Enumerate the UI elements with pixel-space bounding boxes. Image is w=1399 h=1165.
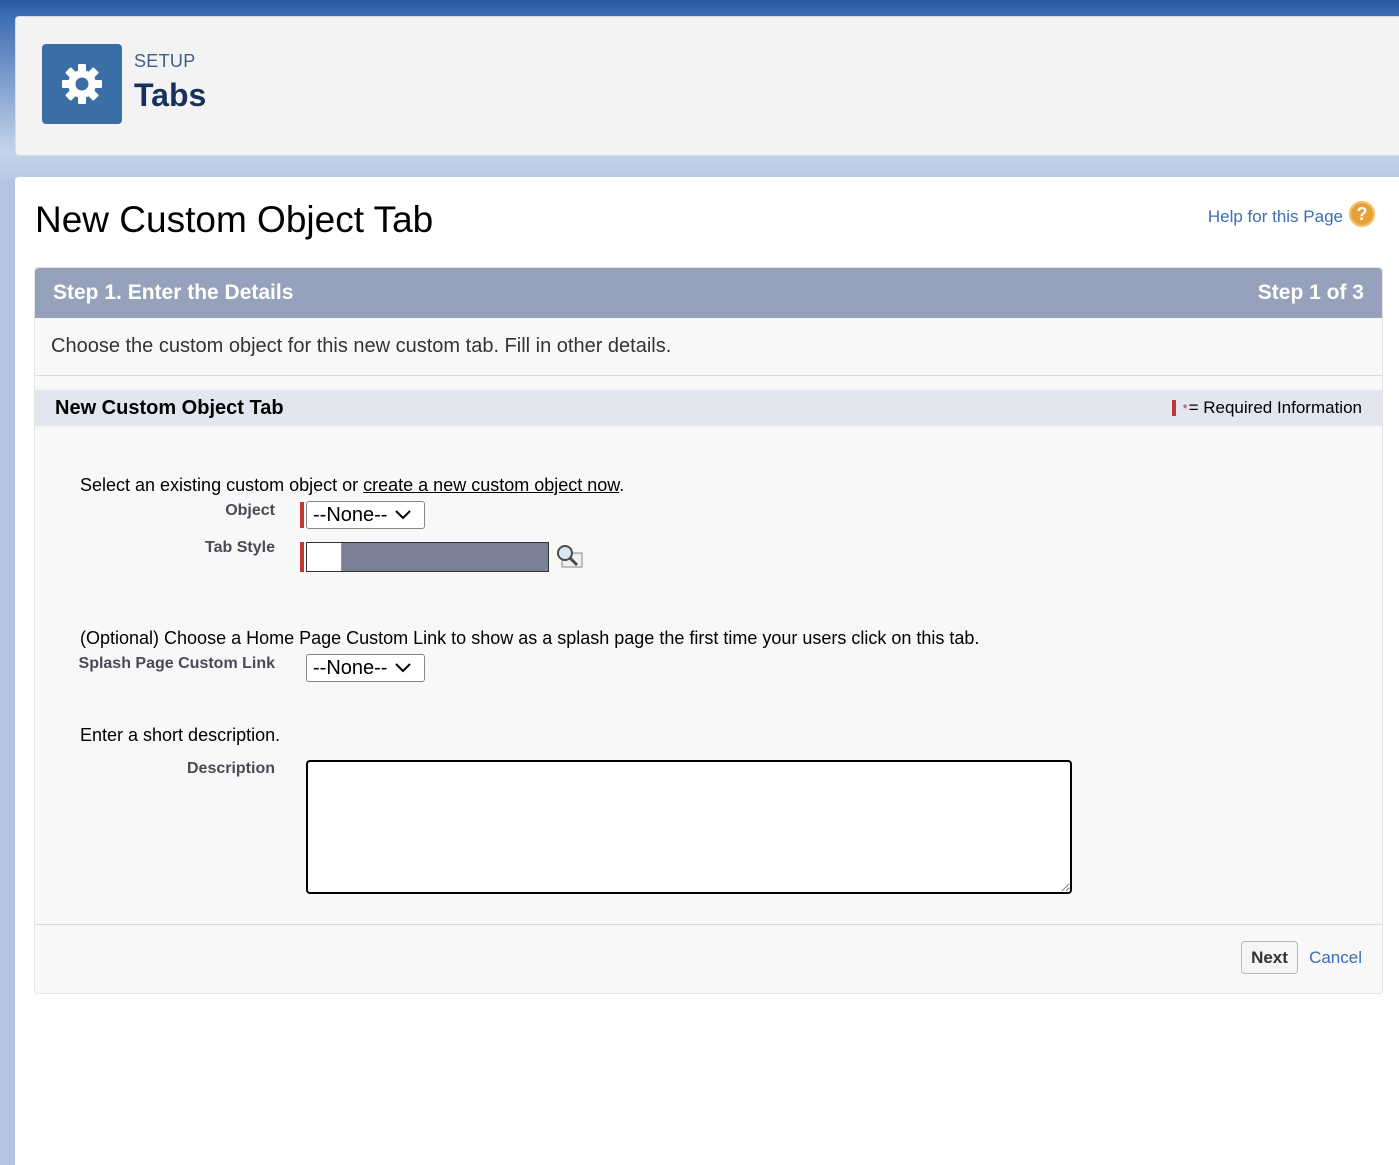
footer-divider <box>35 924 1382 925</box>
object-select[interactable]: --None-- <box>306 501 425 529</box>
step-header: Step 1. Enter the Details Step 1 of 3 <box>35 268 1382 318</box>
create-custom-object-link[interactable]: create a new custom object now <box>363 475 619 495</box>
chevron-down-icon <box>395 663 412 673</box>
splash-select[interactable]: --None-- <box>306 654 425 682</box>
description-instruction: Enter a short description. <box>80 725 281 745</box>
help-link[interactable]: Help for this Page <box>1208 207 1343 227</box>
required-legend: * = Required Information <box>1171 398 1362 418</box>
page-title: New Custom Object Tab <box>35 199 434 240</box>
section-title: New Custom Object Tab <box>55 396 284 419</box>
object-instruction-suffix: . <box>619 475 625 495</box>
tab-style-swatch <box>307 543 342 571</box>
step-description: Choose the custom object for this new cu… <box>35 318 1382 376</box>
required-marker <box>1171 400 1176 416</box>
gear-icon <box>42 44 122 124</box>
help-icon[interactable]: ? <box>1349 201 1375 227</box>
splash-select-value: --None-- <box>313 656 388 679</box>
page-background-left <box>0 180 16 1165</box>
required-star: * <box>1182 400 1188 416</box>
chevron-down-icon <box>395 510 412 520</box>
magnifier-icon[interactable] <box>555 544 585 575</box>
main-panel: New Custom Object Tab Help for this Page… <box>15 177 1399 1165</box>
description-label: Description <box>186 760 275 777</box>
description-textarea[interactable] <box>306 760 1072 894</box>
step-counter: Step 1 of 3 <box>1257 281 1364 304</box>
section-header: New Custom Object Tab * = Required Infor… <box>35 390 1382 426</box>
tab-style-field[interactable] <box>306 542 549 572</box>
object-select-value: --None-- <box>313 503 388 526</box>
setup-header: SETUP Tabs <box>15 16 1399 156</box>
object-label: Object <box>225 502 275 519</box>
step-block: Step 1. Enter the Details Step 1 of 3 Ch… <box>34 267 1383 994</box>
tab-style-required-marker <box>300 542 304 572</box>
splash-label: Splash Page Custom Link <box>78 655 275 672</box>
cancel-link[interactable]: Cancel <box>1309 948 1362 968</box>
setup-title: Tabs <box>134 77 207 113</box>
setup-eyebrow: SETUP <box>134 51 196 71</box>
next-button[interactable]: Next <box>1241 941 1298 974</box>
step-title: Step 1. Enter the Details <box>53 281 294 304</box>
object-instruction-prefix: Select an existing custom object or <box>80 475 364 495</box>
object-required-marker <box>300 502 304 528</box>
required-legend-text: = Required Information <box>1188 398 1362 417</box>
tab-style-label: Tab Style <box>205 539 275 556</box>
object-instruction: Select an existing custom object or crea… <box>80 475 624 496</box>
splash-instruction: (Optional) Choose a Home Page Custom Lin… <box>80 628 980 648</box>
